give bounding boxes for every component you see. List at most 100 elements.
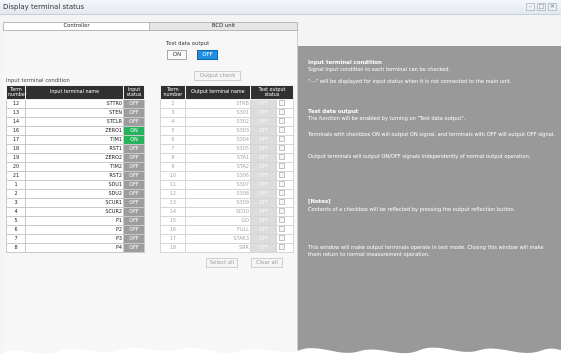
help-panel: Input terminal condition Signal input co… <box>298 46 561 364</box>
col-test-output-status: Test output status <box>249 85 295 100</box>
output-checkbox-cell <box>276 99 294 109</box>
input-status-cell: OFF <box>123 180 145 190</box>
term-number-cell: 4 <box>160 117 186 127</box>
col-input-status: Input status <box>123 85 145 100</box>
output-checkbox-cell <box>276 117 294 127</box>
output-checkbox[interactable] <box>279 226 286 233</box>
output-checkbox-cell <box>276 234 294 244</box>
test-output-status-cell: OFF <box>249 234 278 244</box>
input-table-row: 8 P4 OFF <box>6 243 145 253</box>
term-number-cell: 17 <box>160 234 186 244</box>
term-number-cell: 1 <box>6 180 26 190</box>
term-number-cell: 18 <box>6 144 26 154</box>
test-output-status-cell: OFF <box>249 189 278 199</box>
test-output-off-button[interactable]: OFF <box>197 50 218 60</box>
select-all-button[interactable]: Select all <box>206 258 238 268</box>
term-number-cell: 13 <box>160 198 186 208</box>
output-checkbox-cell <box>276 225 294 235</box>
output-checkbox[interactable] <box>279 136 286 143</box>
term-number-cell: 8 <box>6 243 26 253</box>
term-number-cell: 19 <box>6 153 26 163</box>
output-terminal-name-cell: STAR3 <box>184 234 251 244</box>
input-terminal-name-cell: STTR0 <box>25 99 124 109</box>
output-checkbox-cell <box>276 189 294 199</box>
term-number-cell: 10 <box>160 171 186 181</box>
input-status-cell: OFF <box>123 108 145 118</box>
test-output-status-cell: OFF <box>249 126 278 136</box>
input-table-row: 19 ZERO2 OFF <box>6 153 145 163</box>
test-output-status-cell: OFF <box>249 171 278 181</box>
output-checkbox[interactable] <box>279 181 286 188</box>
output-table-row: 14 SD10 OFF <box>160 207 294 217</box>
output-terminal-name-cell: S308 <box>184 189 251 199</box>
output-checkbox-cell <box>276 198 294 208</box>
output-checkbox[interactable] <box>279 109 286 116</box>
help-input-text-1: Signal input condition to each terminal … <box>308 67 451 73</box>
term-number-cell: 16 <box>160 225 186 235</box>
output-checkbox[interactable] <box>279 118 286 125</box>
term-number-cell: 13 <box>6 108 26 118</box>
close-button[interactable]: ✕ <box>548 3 557 11</box>
input-status-cell: OFF <box>123 207 145 217</box>
output-checkbox-cell <box>276 153 294 163</box>
term-number-cell: 2 <box>160 99 186 109</box>
term-number-cell: 15 <box>160 216 186 226</box>
test-output-status-cell: OFF <box>249 216 278 226</box>
output-table-row: 4 S302 OFF <box>160 117 294 127</box>
output-table-row: 13 S309 OFF <box>160 198 294 208</box>
maximize-button[interactable]: □ <box>537 3 546 11</box>
input-table-row: 20 TIM2 OFF <box>6 162 145 172</box>
output-checkbox[interactable] <box>279 190 286 197</box>
input-status-cell: OFF <box>123 198 145 208</box>
test-output-status-cell: OFF <box>249 144 278 154</box>
test-output-status-cell: OFF <box>249 243 278 253</box>
output-checkbox[interactable] <box>279 100 286 107</box>
input-status-cell: ON <box>123 135 145 145</box>
output-check-button[interactable]: Output check <box>194 71 241 81</box>
input-terminal-name-cell: SCUR1 <box>25 198 124 208</box>
term-number-cell: 7 <box>160 144 186 154</box>
output-terminal-name-cell: S305 <box>184 144 251 154</box>
help-notes-text-1: Contents of a checkbox will be reflected… <box>308 207 516 213</box>
term-number-cell: 14 <box>160 207 186 217</box>
term-number-cell: 17 <box>6 135 26 145</box>
output-checkbox[interactable] <box>279 235 286 242</box>
help-input-text-2: "---" will be displayed for input status… <box>308 79 512 85</box>
output-checkbox[interactable] <box>279 127 286 134</box>
output-table-row: 3 S301 OFF <box>160 108 294 118</box>
output-checkbox-cell <box>276 135 294 145</box>
minimize-button[interactable]: – <box>526 3 535 11</box>
output-terminal-name-cell: S304 <box>184 135 251 145</box>
input-terminal-table: Term number Input terminal name Input st… <box>6 85 145 253</box>
output-checkbox[interactable] <box>279 154 286 161</box>
tab-controller[interactable]: Controller <box>3 22 150 31</box>
output-checkbox[interactable] <box>279 244 286 251</box>
input-table-row: 17 TIM1 ON <box>6 135 145 145</box>
input-terminal-name-cell: P3 <box>25 234 124 244</box>
test-output-status-cell: OFF <box>249 207 278 217</box>
input-table-row: 7 P3 OFF <box>6 234 145 244</box>
output-checkbox[interactable] <box>279 217 286 224</box>
test-output-status-cell: OFF <box>249 108 278 118</box>
tab-bcd-unit[interactable]: BCD unit <box>150 22 298 31</box>
output-checkbox[interactable] <box>279 163 286 170</box>
col-output-terminal-name: Output terminal name <box>184 85 251 100</box>
output-table-row: 2 STRB OFF <box>160 99 294 109</box>
col-term-number: Term number <box>160 85 186 100</box>
input-status-cell: OFF <box>123 99 145 109</box>
output-terminal-name-cell: S302 <box>184 117 251 127</box>
output-checkbox[interactable] <box>279 208 286 215</box>
test-output-status-cell: OFF <box>249 180 278 190</box>
input-status-cell: OFF <box>123 225 145 235</box>
term-number-cell: 16 <box>6 126 26 136</box>
input-terminal-name-cell: STEN <box>25 108 124 118</box>
output-checkbox[interactable] <box>279 199 286 206</box>
clear-all-button[interactable]: Clear all <box>251 258 283 268</box>
output-checkbox[interactable] <box>279 172 286 179</box>
output-checkbox-cell <box>276 126 294 136</box>
output-checkbox-cell <box>276 207 294 217</box>
output-checkbox[interactable] <box>279 145 286 152</box>
test-output-on-button[interactable]: ON <box>167 50 187 60</box>
input-terminal-name-cell: P2 <box>25 225 124 235</box>
output-table-row: 10 S306 OFF <box>160 171 294 181</box>
